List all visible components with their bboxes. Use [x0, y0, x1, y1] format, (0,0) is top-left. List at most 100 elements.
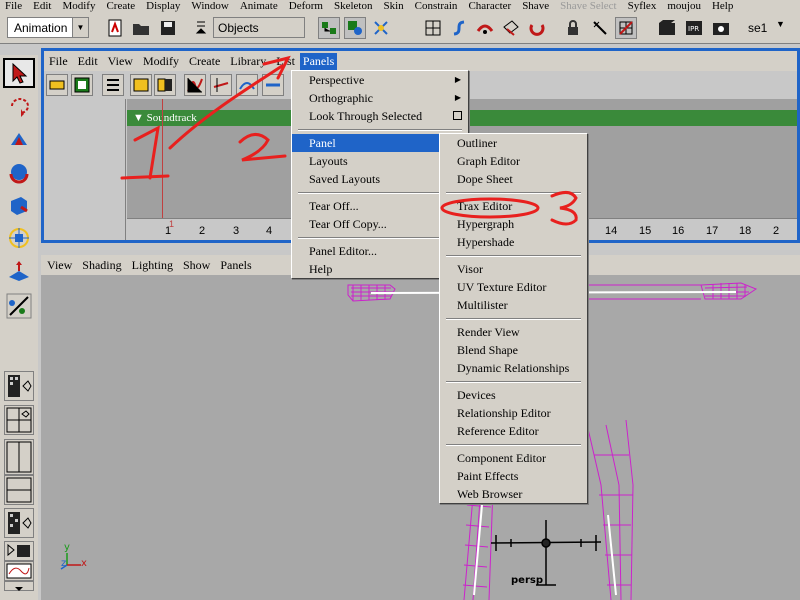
panel-menu-library[interactable]: Library: [225, 54, 271, 69]
layout-four-panes-button[interactable]: [4, 405, 34, 435]
graph-editor-icon[interactable]: [184, 74, 206, 96]
submenu-item-web-browser[interactable]: Web Browser: [440, 485, 587, 503]
submenu-item-outliner[interactable]: Outliner: [440, 134, 587, 152]
menu-moujou[interactable]: moujou: [662, 0, 701, 12]
submenu-item-reference-editor[interactable]: Reference Editor: [440, 422, 587, 440]
layout-outliner-perspective-button[interactable]: [4, 508, 34, 538]
layout-single-perspective-button[interactable]: [4, 371, 34, 401]
render-frame-icon[interactable]: [656, 17, 678, 39]
keyframe-tool-icon[interactable]: [210, 74, 232, 96]
panel-menu-list[interactable]: List: [271, 54, 300, 69]
lock-selection-icon[interactable]: [562, 17, 584, 39]
time-tick-label: 18: [739, 225, 752, 237]
submenu-item-paint-effects[interactable]: Paint Effects: [440, 467, 587, 485]
menu-skeleton[interactable]: Skeleton: [329, 0, 373, 12]
outliner-list-icon[interactable]: [102, 74, 124, 96]
trax-frame-icon[interactable]: [71, 74, 93, 96]
new-scene-icon[interactable]: [104, 17, 126, 39]
menu-character[interactable]: Character: [463, 0, 511, 12]
create-clip-icon[interactable]: [130, 74, 152, 96]
submenu-item-hypershade[interactable]: Hypershade: [440, 233, 587, 251]
menu-constrain[interactable]: Constrain: [410, 0, 458, 12]
layout-graph-curve-button[interactable]: [4, 561, 34, 581]
menu-skin[interactable]: Skin: [378, 0, 403, 12]
submenu-item-dynamic-relationships[interactable]: Dynamic Relationships: [440, 359, 587, 377]
highlight-selection-icon[interactable]: [589, 17, 611, 39]
panel-menu-file[interactable]: File: [44, 54, 73, 69]
menu-animate[interactable]: Animate: [235, 0, 278, 12]
menu-deform[interactable]: Deform: [284, 0, 323, 12]
rotate-tool-icon[interactable]: [3, 157, 35, 187]
panel-menu-panels[interactable]: Panels: [299, 52, 338, 70]
submenu-item-visor[interactable]: Visor: [440, 260, 587, 278]
chevron-down-icon[interactable]: ▼: [776, 19, 785, 29]
panel-menu-view[interactable]: View: [103, 54, 138, 69]
submenu-item-blend-shape[interactable]: Blend Shape: [440, 341, 587, 359]
pick-deformations-icon[interactable]: [526, 17, 548, 39]
layout-two-panes-stacked-button[interactable]: [4, 475, 34, 505]
pick-handles-icon[interactable]: [422, 17, 444, 39]
objects-field[interactable]: Objects: [213, 17, 305, 38]
menu-help[interactable]: Help: [707, 0, 733, 12]
submenu-item-multilister[interactable]: Multilister: [440, 296, 587, 314]
menu-display[interactable]: Display: [141, 0, 180, 12]
menu-item-perspective[interactable]: Perspective ▶: [292, 71, 468, 89]
panel-menu-create[interactable]: Create: [184, 54, 225, 69]
option-box-icon[interactable]: [453, 111, 462, 120]
menu-item-look-through-selected[interactable]: Look Through Selected: [292, 107, 468, 125]
pick-surfaces-icon[interactable]: [500, 17, 522, 39]
create-pose-icon[interactable]: [154, 74, 176, 96]
move-tool-icon[interactable]: [3, 124, 35, 154]
menu-item-label: Hypergraph: [457, 217, 515, 231]
select-object-icon[interactable]: [344, 17, 366, 39]
submenu-item-dope-sheet[interactable]: Dope Sheet: [440, 170, 587, 188]
layout-graph-editor-button[interactable]: [4, 541, 34, 561]
scale-tool-icon[interactable]: [3, 190, 35, 220]
manipulator-tool-icon[interactable]: [3, 223, 35, 253]
submenu-item-hypergraph[interactable]: Hypergraph: [440, 215, 587, 233]
mode-select[interactable]: Animation ▼: [7, 17, 89, 38]
snap-grid-icon[interactable]: [615, 17, 637, 39]
submenu-item-trax-editor[interactable]: Trax Editor: [440, 197, 587, 215]
submenu-item-render-view[interactable]: Render View: [440, 323, 587, 341]
submenu-item-devices[interactable]: Devices: [440, 386, 587, 404]
layout-menu-button[interactable]: [4, 581, 34, 591]
menu-item-orthographic[interactable]: Orthographic ▶: [292, 89, 468, 107]
menu-shave-select[interactable]: Shave Select: [555, 0, 617, 12]
trax-track-list[interactable]: [44, 99, 126, 240]
submenu-item-relationship-editor[interactable]: Relationship Editor: [440, 404, 587, 422]
panel-menu-modify[interactable]: Modify: [138, 54, 184, 69]
soft-modification-icon[interactable]: [3, 256, 35, 286]
trim-clip-icon[interactable]: [262, 74, 284, 96]
select-hierarchy-icon[interactable]: [318, 17, 340, 39]
open-scene-icon[interactable]: [130, 17, 152, 39]
select-component-icon[interactable]: [370, 17, 392, 39]
select-tool-icon[interactable]: [3, 58, 35, 88]
menu-edit[interactable]: Edit: [28, 0, 51, 12]
lasso-tool-icon[interactable]: [3, 91, 35, 121]
menu-window[interactable]: Window: [186, 0, 228, 12]
last-tool-icon[interactable]: [3, 291, 35, 321]
pick-joints-icon[interactable]: [448, 17, 470, 39]
save-scene-icon[interactable]: [157, 17, 179, 39]
layout-two-panes-side-button[interactable]: [4, 439, 34, 475]
menu-create[interactable]: Create: [101, 0, 135, 12]
selection-mask-icon[interactable]: [190, 17, 212, 39]
menu-modify[interactable]: Modify: [57, 0, 95, 12]
submenu-item-uv-texture-editor[interactable]: UV Texture Editor: [440, 278, 587, 296]
load-selected-characters-icon[interactable]: [46, 74, 68, 96]
chevron-down-icon[interactable]: ▼: [133, 112, 144, 124]
chevron-down-icon[interactable]: ▼: [72, 18, 88, 37]
perspective-viewport[interactable]: View Shading Lighting Show Panels y z x …: [41, 255, 800, 600]
menu-syflex[interactable]: Syflex: [623, 0, 657, 12]
submenu-item-graph-editor[interactable]: Graph Editor: [440, 152, 587, 170]
panel-menu-edit[interactable]: Edit: [73, 54, 103, 69]
ipr-render-icon[interactable]: IPR: [683, 17, 705, 39]
menu-shave[interactable]: Shave: [517, 0, 549, 12]
menu-file[interactable]: File: [0, 0, 22, 12]
scale-keys-icon[interactable]: [236, 74, 258, 96]
submenu-item-component-editor[interactable]: Component Editor: [440, 449, 587, 467]
render-settings-icon[interactable]: [710, 17, 732, 39]
pick-curves-icon[interactable]: [474, 17, 496, 39]
quick-select-field[interactable]: se1 ▼: [748, 19, 800, 40]
